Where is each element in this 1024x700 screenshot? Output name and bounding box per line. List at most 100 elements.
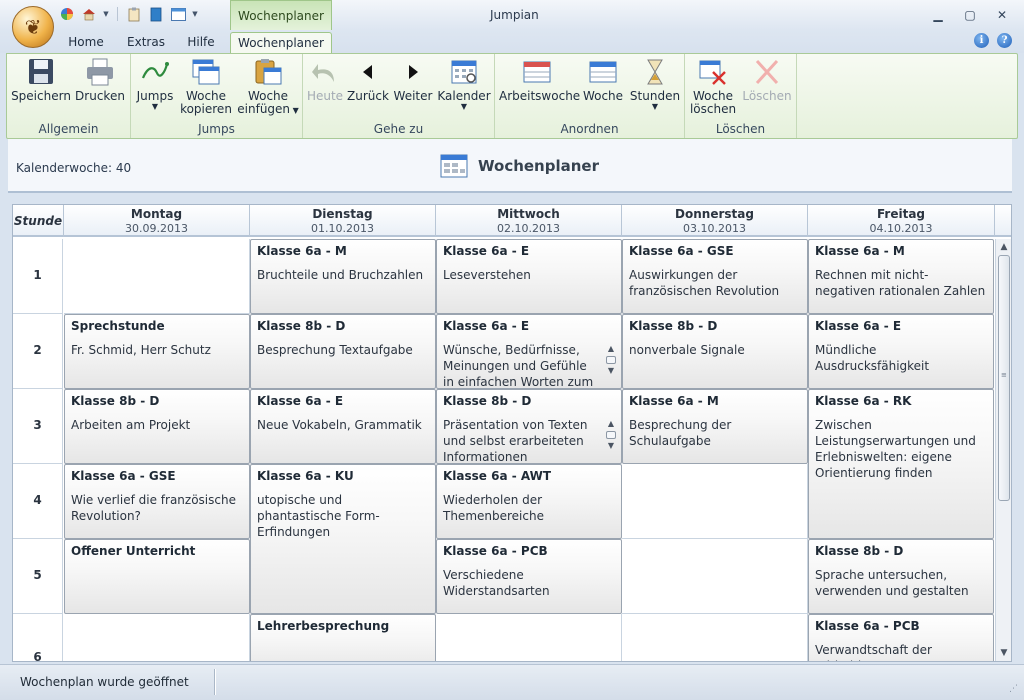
lesson-card[interactable]: Klasse 6a - M Bruchteile und Bruchzahlen [250, 239, 436, 314]
zurueck-button[interactable]: Zurück [347, 58, 389, 103]
lesson-card[interactable]: Klasse 6a - KU utopische und phantastisc… [250, 464, 436, 614]
lesson-card[interactable]: Klasse 6a - E Wünsche, Bedürfnisse, Mein… [436, 314, 622, 389]
lesson-scrollbar[interactable]: ▲ ▼ [605, 343, 617, 385]
lesson-description: Verwandtschaft der Wirbeltiere [815, 643, 932, 661]
lesson-card[interactable]: Klasse 8b - D Sprache untersuchen, verwe… [808, 539, 994, 614]
lesson-description: Wiederholen der Themenbereiche [443, 493, 544, 523]
woche-kopieren-button[interactable]: Woche kopieren [179, 58, 233, 116]
scroll-thumb[interactable] [606, 431, 616, 439]
scroll-thumb[interactable]: ≡ [998, 255, 1010, 501]
lesson-card[interactable]: Klasse 6a - E Leseverstehen [436, 239, 622, 314]
day-header-mittwoch[interactable]: Mittwoch 02.10.2013 [436, 205, 622, 237]
lesson-card[interactable]: Sprechstunde Fr. Schmid, Herr Schutz [64, 314, 250, 389]
lesson-card[interactable]: Klasse 8b - D Arbeiten am Projekt [64, 389, 250, 464]
tab-home[interactable]: Home [60, 32, 112, 53]
minimize-button[interactable]: ▁ [928, 7, 948, 23]
delete-x-icon [755, 59, 779, 85]
scroll-down-icon[interactable]: ▼ [608, 441, 614, 450]
lesson-description: Wünsche, Bedürfnisse, Meinungen und Gefü… [443, 343, 594, 389]
kalender-button[interactable]: Kalender ▼ [437, 58, 491, 111]
group-anordnen: Arbeitswoche Woche Stunden ▼ Anordnen [495, 54, 685, 138]
maximize-button[interactable]: ▢ [960, 7, 980, 23]
scroll-up-icon[interactable]: ▲ [996, 239, 1011, 255]
lesson-card[interactable]: Klasse 6a - M Rechnen mit nicht-negative… [808, 239, 994, 314]
dropdown-caret-icon: ▼ [151, 102, 159, 111]
tab-wochenplaner[interactable]: Wochenplaner [230, 32, 332, 53]
lesson-title: Klasse 8b - D [443, 394, 532, 408]
lesson-card[interactable]: Klasse 8b - D nonverbale Signale [622, 314, 808, 389]
lesson-card[interactable]: Klasse 6a - PCB Verschiedene Widerstands… [436, 539, 622, 614]
weiter-button[interactable]: Weiter [393, 58, 433, 103]
resize-grip-icon[interactable]: ⋰ [1009, 684, 1018, 694]
woche-loeschen-button[interactable]: Woche löschen [689, 58, 737, 116]
customize-toolbar-icon[interactable]: ▼ [191, 6, 199, 22]
day-header-dienstag[interactable]: Dienstag 01.10.2013 [250, 205, 436, 237]
drucken-button[interactable]: Drucken [71, 58, 129, 103]
lesson-card[interactable]: Offener Unterricht [64, 539, 250, 614]
lesson-card[interactable]: Klasse 8b - D Präsentation von Texten un… [436, 389, 622, 464]
empty-cell[interactable] [622, 464, 808, 539]
speichern-button[interactable]: Speichern [11, 58, 71, 103]
lesson-card[interactable]: Klasse 6a - PCB Verwandtschaft der Wirbe… [808, 614, 994, 661]
empty-cell[interactable] [64, 239, 250, 314]
empty-cell[interactable] [64, 614, 250, 661]
window-icon[interactable] [169, 6, 187, 22]
lesson-card[interactable]: Klasse 6a - RK Zwischen Leistungserwartu… [808, 389, 994, 539]
status-bar: Wochenplan wurde geöffnet ⋰ [0, 664, 1024, 700]
day-date: 02.10.2013 [497, 222, 560, 235]
empty-cell[interactable] [622, 539, 808, 614]
clipboard-icon[interactable] [125, 6, 143, 22]
lesson-card[interactable]: Klasse 6a - AWT Wiederholen der Themenbe… [436, 464, 622, 539]
arbeitswoche-button[interactable]: Arbeitswoche [499, 58, 580, 103]
info-icon[interactable]: i [974, 33, 989, 48]
heute-label: Heute [306, 89, 344, 103]
scroll-up-icon[interactable]: ▲ [608, 419, 614, 428]
home-icon[interactable] [80, 6, 98, 22]
color-wheel-icon[interactable] [58, 6, 76, 22]
lesson-title: Klasse 8b - D [815, 544, 904, 558]
scroll-down-icon[interactable]: ▼ [608, 366, 614, 375]
empty-cell[interactable] [622, 614, 808, 661]
jumps-button[interactable]: Jumps ▼ [135, 58, 175, 111]
tab-extras[interactable]: Extras [120, 32, 172, 53]
lesson-card[interactable]: Klasse 6a - E Neue Vokabeln, Grammatik [250, 389, 436, 464]
lesson-description: Verschiedene Widerstandsarten [443, 568, 550, 598]
lesson-card[interactable]: Klasse 8b - D Besprechung Textaufgabe [250, 314, 436, 389]
stunden-button[interactable]: Stunden ▼ [629, 58, 681, 111]
lesson-card[interactable]: Klasse 6a - M Besprechung der Schulaufga… [622, 389, 808, 464]
day-header-donnerstag[interactable]: Donnerstag 03.10.2013 [622, 205, 808, 237]
grid-scrollbar[interactable]: ▲ ≡ ▼ [995, 239, 1011, 661]
lesson-title: Klasse 6a - RK [815, 394, 912, 408]
tab-hilfe[interactable]: Hilfe [178, 32, 224, 53]
scroll-up-icon[interactable]: ▲ [608, 344, 614, 353]
woche-einfuegen-button[interactable]: Woche einfügen ▼ [237, 58, 299, 117]
day-header-montag[interactable]: Montag 30.09.2013 [64, 205, 250, 237]
lesson-card[interactable]: Klasse 6a - GSE Wie verlief die französi… [64, 464, 250, 539]
empty-cell[interactable] [436, 614, 622, 661]
dropdown-arrow-icon[interactable]: ▼ [102, 6, 110, 22]
scroll-thumb[interactable] [606, 356, 616, 364]
row-label: 1 [13, 239, 63, 314]
app-menu-orb[interactable]: ❦ [12, 6, 54, 48]
dropdown-caret-icon: ▼ [651, 102, 659, 111]
day-date: 03.10.2013 [683, 222, 746, 235]
lesson-description: Wie verlief die französische Revolution? [71, 493, 236, 523]
close-button[interactable]: ✕ [992, 7, 1012, 23]
heute-button[interactable]: Heute [305, 58, 345, 103]
lesson-scrollbar[interactable]: ▲ ▼ [605, 418, 617, 460]
ribbon-tabs: Home Extras Hilfe Wochenplaner i ? [0, 30, 1024, 53]
scroll-down-icon[interactable]: ▼ [996, 645, 1011, 661]
lesson-card[interactable]: Lehrerbesprechung [250, 614, 436, 661]
lesson-card[interactable]: Klasse 6a - E Mündliche Ausdrucksfähigke… [808, 314, 994, 389]
context-tab-title: Wochenplaner [230, 0, 332, 30]
day-header-freitag[interactable]: Freitag 04.10.2013 [808, 205, 995, 237]
separator [117, 7, 118, 21]
calendar-workweek-icon [523, 61, 551, 83]
lesson-card[interactable]: Klasse 6a - GSE Auswirkungen der französ… [622, 239, 808, 314]
lesson-description: Auswirkungen der französischen Revolutio… [629, 268, 780, 298]
loeschen-button[interactable]: Löschen [741, 58, 793, 103]
help-icon[interactable]: ? [997, 33, 1012, 48]
book-icon[interactable] [147, 6, 165, 22]
woche-button[interactable]: Woche [581, 58, 625, 103]
lesson-description: Besprechung Textaufgabe [257, 343, 413, 357]
